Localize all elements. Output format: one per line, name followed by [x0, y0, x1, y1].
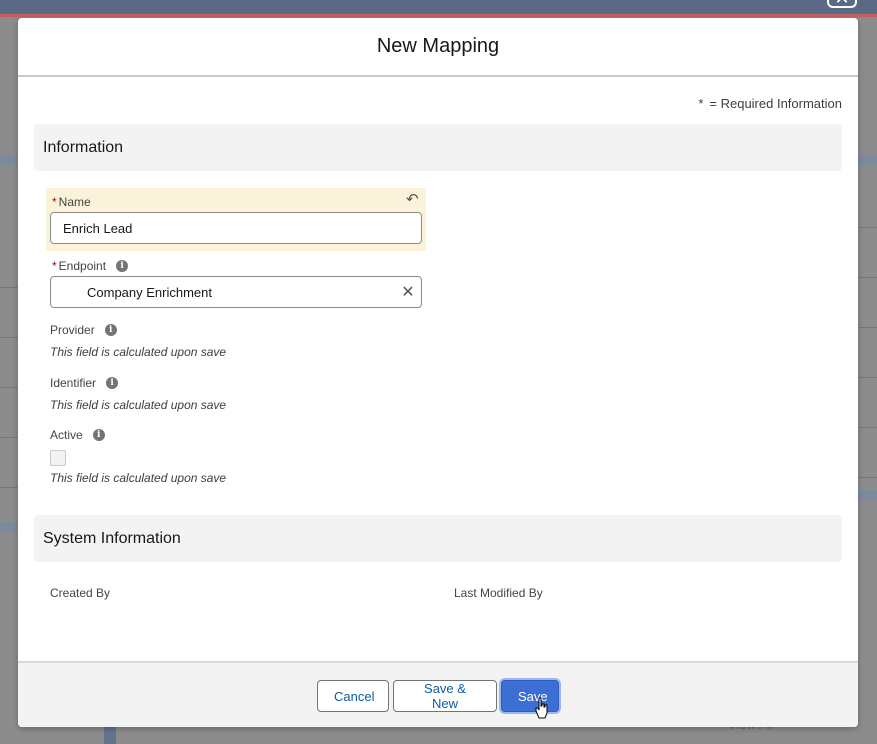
background-row: [858, 427, 877, 428]
background-row: [0, 337, 18, 338]
endpoint-value: Company Enrichment: [87, 284, 212, 300]
info-icon[interactable]: i: [104, 324, 117, 336]
background-bar: [104, 727, 116, 744]
name-required-star: *: [52, 195, 57, 209]
name-label: * Name: [52, 195, 91, 209]
active-label: Active i: [50, 428, 105, 442]
section-system-information[interactable]: System Information: [34, 515, 842, 562]
background-row: [858, 277, 877, 278]
required-info-note: * = Required Information: [698, 96, 842, 111]
info-icon[interactable]: i: [92, 429, 105, 441]
cancel-button[interactable]: Cancel: [317, 680, 389, 712]
undo-icon[interactable]: ↶: [406, 192, 420, 207]
save-and-new-button[interactable]: Save & New: [393, 680, 497, 712]
section-information[interactable]: Information: [34, 124, 842, 171]
name-label-text: Name: [58, 195, 91, 209]
endpoint-label: * Endpoint i: [52, 259, 129, 273]
new-mapping-modal: New Mapping * = Required Information Info…: [18, 18, 858, 727]
active-label-text: Active: [50, 428, 83, 442]
identifier-label: Identifier i: [50, 376, 119, 390]
active-note: This field is calculated upon save: [50, 471, 227, 485]
background-row: [858, 477, 877, 478]
background-row: [0, 487, 18, 488]
required-note-text: = Required Information: [709, 96, 842, 111]
background-row: [858, 327, 877, 328]
active-checkbox[interactable]: [50, 450, 66, 466]
section-information-title: Information: [43, 138, 124, 156]
background-header: [0, 0, 877, 17]
required-note-star: *: [698, 96, 704, 111]
background-stripe: [858, 155, 877, 165]
background-stripe: [0, 155, 18, 165]
background-row: [0, 387, 18, 388]
info-icon[interactable]: i: [116, 260, 129, 272]
last-modified-by-label: Last Modified By: [454, 586, 543, 600]
section-system-information-title: System Information: [43, 529, 181, 547]
identifier-note: This field is calculated upon save: [50, 398, 227, 412]
background-row: [0, 437, 18, 438]
endpoint-lookup[interactable]: Company Enrichment ✕: [50, 276, 422, 308]
provider-label: Provider i: [50, 323, 117, 337]
created-by-label: Created By: [50, 586, 111, 600]
save-button[interactable]: Save: [501, 680, 559, 712]
provider-note: This field is calculated upon save: [50, 345, 227, 359]
modal-title: New Mapping: [376, 35, 500, 57]
identifier-label-text: Identifier: [50, 376, 97, 390]
close-icon[interactable]: ✕: [827, 0, 857, 8]
name-input[interactable]: [50, 212, 422, 244]
modal-footer: Cancel Save & New Save: [18, 661, 858, 727]
background-row: [0, 287, 18, 288]
info-icon[interactable]: i: [106, 377, 119, 389]
endpoint-required-star: *: [52, 259, 57, 273]
background-row: [858, 227, 877, 228]
modal-header: New Mapping: [18, 18, 858, 77]
endpoint-label-text: Endpoint: [58, 259, 107, 273]
background-row: [858, 377, 877, 378]
clear-icon[interactable]: ✕: [395, 282, 421, 302]
provider-label-text: Provider: [50, 323, 95, 337]
hand-cursor-icon: [535, 697, 548, 719]
background-stripe: [0, 522, 18, 532]
background-stripe: [858, 490, 877, 500]
